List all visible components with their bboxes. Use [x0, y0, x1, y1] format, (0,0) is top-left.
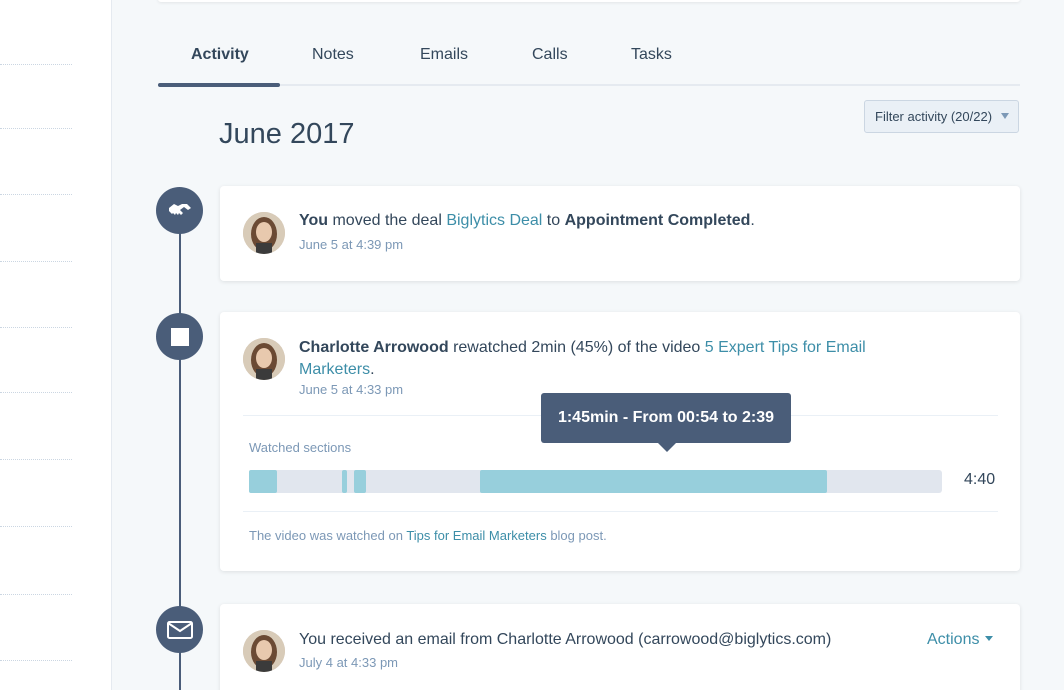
handshake-icon: [156, 187, 203, 234]
sidebar-divider: [0, 660, 72, 661]
sidebar-divider: [0, 128, 72, 129]
activity-to: to: [542, 212, 565, 229]
activity-card-deal: You moved the deal Biglytics Deal to App…: [220, 186, 1020, 281]
sidebar-divider: [0, 594, 72, 595]
watched-segment[interactable]: [342, 470, 347, 493]
envelope-icon: [156, 606, 203, 653]
avatar: [243, 338, 285, 380]
caret-down-icon: [1001, 113, 1009, 119]
activity-verb: rewatched 2min (45%) of the video: [448, 339, 705, 356]
sidebar-divider: [0, 64, 72, 65]
activity-verb: moved the deal: [328, 212, 447, 229]
stop-icon: [156, 313, 203, 360]
actor-name: Charlotte Arrowood: [299, 339, 449, 356]
note-prefix: The video was watched on: [249, 528, 407, 543]
activity-timestamp: June 5 at 4:33 pm: [299, 382, 404, 397]
top-card-edge: [158, 0, 1020, 2]
actor-name: You: [299, 212, 329, 229]
watched-sections-label: Watched sections: [249, 440, 352, 455]
caret-down-icon: [985, 636, 994, 641]
note-suffix: blog post.: [546, 528, 607, 543]
watched-segment-highlighted[interactable]: [480, 470, 827, 493]
activity-description: Charlotte Arrowood rewatched 2min (45%) …: [299, 337, 919, 381]
card-divider: [243, 511, 998, 512]
month-heading: June 2017: [219, 118, 355, 150]
filter-activity-button[interactable]: Filter activity (20/22): [864, 100, 1019, 133]
watched-segment[interactable]: [249, 470, 277, 493]
sidebar-divider: [0, 459, 72, 460]
activity-timestamp: June 5 at 4:39 pm: [299, 237, 404, 252]
avatar: [243, 212, 285, 254]
active-tab-indicator: [158, 83, 280, 87]
actions-dropdown[interactable]: Actions: [927, 631, 994, 649]
sidebar-divider: [0, 261, 72, 262]
activity-tabs: Activity Notes Emails Calls Tasks: [158, 38, 1020, 87]
deal-stage: Appointment Completed: [564, 212, 751, 229]
activity-card-email: You received an email from Charlotte Arr…: [220, 604, 1020, 690]
activity-end: .: [370, 361, 375, 378]
blog-post-link[interactable]: Tips for Email Marketers: [406, 528, 546, 543]
watched-on-note: The video was watched on Tips for Email …: [249, 528, 607, 543]
sidebar-divider: [0, 392, 72, 393]
video-link[interactable]: 5 Expert Tips for Email: [705, 339, 866, 356]
video-total-duration: 4:40: [964, 471, 996, 488]
activity-description: You moved the deal Biglytics Deal to App…: [299, 210, 755, 232]
watched-section-tooltip: 1:45min - From 00:54 to 2:39: [541, 393, 791, 452]
sidebar-divider: [0, 194, 72, 195]
filter-activity-label: Filter activity (20/22): [875, 109, 993, 124]
actions-label: Actions: [927, 631, 980, 648]
left-sidebar: [0, 0, 112, 690]
tab-activity[interactable]: Activity: [191, 46, 249, 64]
tab-tasks[interactable]: Tasks: [631, 46, 672, 64]
activity-description: You received an email from Charlotte Arr…: [299, 631, 832, 648]
tab-emails[interactable]: Emails: [420, 46, 468, 64]
activity-timestamp: July 4 at 4:33 pm: [299, 655, 398, 670]
watched-sections-bar[interactable]: [249, 470, 942, 493]
sidebar-divider: [0, 526, 72, 527]
video-link-continued[interactable]: Marketers: [299, 361, 370, 378]
activity-end: .: [750, 212, 755, 229]
tab-calls[interactable]: Calls: [532, 46, 568, 64]
tab-notes[interactable]: Notes: [312, 46, 354, 64]
watched-segment[interactable]: [354, 470, 366, 493]
avatar: [243, 630, 285, 672]
deal-link[interactable]: Biglytics Deal: [446, 212, 542, 229]
sidebar-divider: [0, 327, 72, 328]
